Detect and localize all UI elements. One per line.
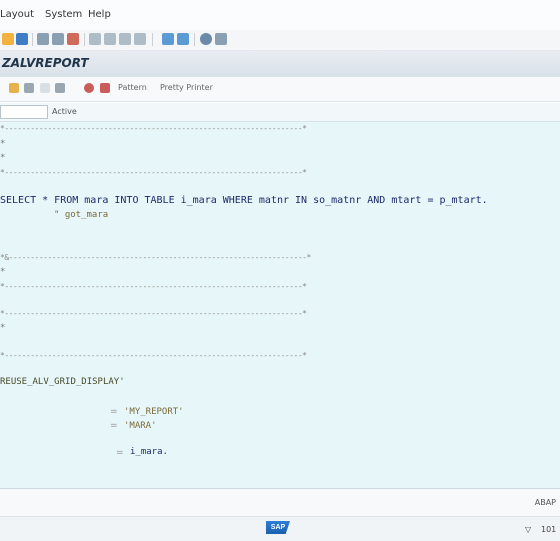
standard-toolbar	[0, 30, 560, 51]
param-marker: =	[110, 407, 118, 417]
comment-line: *	[0, 267, 6, 277]
toolbar-separator	[84, 33, 85, 46]
find-icon[interactable]	[104, 33, 116, 45]
comment-line: *	[0, 323, 6, 333]
param-structure: 'MARA'	[124, 421, 157, 431]
comment-divider: *---------------------------------------…	[0, 309, 307, 318]
comment-divider: *---------------------------------------…	[0, 282, 307, 291]
menu-item-help[interactable]: Help	[88, 9, 111, 20]
display-change-icon[interactable]	[9, 83, 19, 93]
status-label: Active	[52, 107, 77, 116]
status-dropdown-icon[interactable]: ▽	[525, 525, 531, 534]
session-number: 101	[541, 525, 557, 534]
program-field[interactable]	[0, 105, 48, 119]
comment-divider: *---------------------------------------…	[0, 351, 307, 360]
back-icon[interactable]	[37, 33, 49, 45]
comment-line: *	[0, 153, 6, 163]
menu-bar: Layout System Help	[0, 0, 560, 31]
application-toolbar: Pattern Pretty Printer	[0, 77, 560, 102]
param-program: 'MY_REPORT'	[124, 407, 184, 417]
pretty-printer-button[interactable]: Pretty Printer	[160, 83, 213, 92]
toolbar-separator	[152, 33, 153, 46]
exit-icon[interactable]	[52, 33, 64, 45]
help-icon[interactable]	[200, 33, 212, 45]
param-marker: =	[116, 448, 124, 458]
page-title: ZALVREPORT	[2, 56, 89, 70]
active-inactive-icon[interactable]	[40, 83, 50, 93]
test-icon[interactable]	[100, 83, 110, 93]
comment-divider: *---------------------------------------…	[0, 124, 307, 133]
check-icon[interactable]	[55, 83, 65, 93]
cancel-icon[interactable]	[67, 33, 79, 45]
where-used-icon[interactable]	[84, 83, 94, 93]
shortcut-icon[interactable]	[177, 33, 189, 45]
print-icon[interactable]	[89, 33, 101, 45]
new-session-icon[interactable]	[162, 33, 174, 45]
toolbar-separator	[194, 33, 195, 46]
menu-item-layout[interactable]: Layout	[0, 9, 34, 20]
param-table: i_mara.	[130, 447, 168, 457]
comment-line: *	[0, 139, 6, 149]
sap-logo: SAP	[266, 521, 290, 534]
status-bar: ABAP	[0, 488, 560, 517]
comment-divider: *&--------------------------------------…	[0, 253, 311, 262]
editor-mode-label: ABAP	[534, 498, 556, 507]
save-icon[interactable]	[16, 33, 28, 45]
pattern-button[interactable]: Pattern	[118, 83, 147, 92]
menu-item-system[interactable]: System	[45, 9, 82, 20]
toolbar-separator	[32, 33, 33, 46]
inline-comment: " got_mara	[54, 210, 109, 220]
first-page-icon[interactable]	[134, 33, 146, 45]
find-next-icon[interactable]	[119, 33, 131, 45]
param-marker: =	[110, 421, 118, 431]
other-object-icon[interactable]	[24, 83, 34, 93]
comment-divider: *---------------------------------------…	[0, 168, 307, 177]
customize-layout-icon[interactable]	[215, 33, 227, 45]
select-statement: SELECT * FROM mara INTO TABLE i_mara WHE…	[0, 195, 488, 206]
enter-icon[interactable]	[2, 33, 14, 45]
function-call: REUSE_ALV_GRID_DISPLAY'	[0, 377, 125, 387]
bottom-bar: SAP ▽ 101	[0, 516, 560, 541]
title-bar: ZALVREPORT	[0, 51, 560, 78]
abap-editor[interactable]: *---------------------------------------…	[0, 122, 560, 488]
program-field-row: Active	[0, 103, 560, 122]
